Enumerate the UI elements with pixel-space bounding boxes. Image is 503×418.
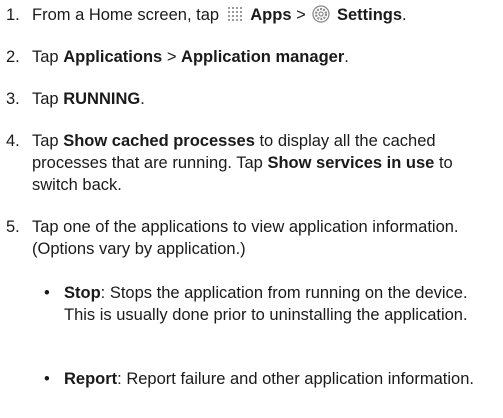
show-cached-processes-label: Show cached processes [63, 132, 255, 150]
step-4: 4. Tap Show cached processes to display … [6, 130, 498, 196]
bullet-item-report: • Report: Report failure and other appli… [44, 368, 498, 390]
applications-label: Applications [63, 48, 163, 66]
bullet-item-stop: • Stop: Stops the application from runni… [44, 282, 498, 326]
show-services-in-use-label: Show services in use [267, 154, 435, 172]
step-number: 3. [6, 90, 20, 108]
step-5: 5. Tap one of the applications to view a… [6, 216, 498, 260]
settings-label: Settings [336, 6, 403, 24]
step-number: 5. [6, 218, 20, 236]
step-number: 2. [6, 48, 20, 66]
instruction-document: 1. From a Home screen, tap Apps > Settin… [0, 0, 503, 418]
bullet-term: Stop [64, 284, 101, 302]
step-text: Tap [32, 90, 59, 108]
settings-gear-icon [312, 5, 330, 29]
step-3: 3. Tap RUNNING. [6, 88, 498, 110]
step-end: . [344, 48, 349, 66]
bullet-dot: • [44, 370, 50, 388]
running-label: RUNNING [63, 90, 141, 108]
step-end: . [402, 6, 407, 24]
step-text: Tap one of the applications to view appl… [32, 218, 459, 258]
apps-grid-icon [226, 5, 244, 29]
step-2: 2. Tap Applications > Application manage… [6, 46, 498, 68]
bullet-term: Report [64, 370, 118, 388]
bullet-description: : Report failure and other application i… [117, 370, 474, 388]
step-number: 4. [6, 132, 20, 150]
step-text: Tap [32, 48, 59, 66]
bullet-dot: • [44, 284, 50, 302]
application-manager-label: Application manager [181, 48, 345, 66]
step-number: 1. [6, 6, 20, 24]
separator: > [296, 6, 306, 24]
step-text: Tap [32, 132, 59, 150]
bullet-description: : Stops the application from running on … [64, 284, 468, 324]
step-text: From a Home screen, tap [32, 6, 220, 24]
step-end: . [140, 90, 145, 108]
step-1: 1. From a Home screen, tap Apps > Settin… [6, 4, 498, 29]
separator: > [166, 48, 177, 66]
apps-label: Apps [250, 6, 292, 24]
